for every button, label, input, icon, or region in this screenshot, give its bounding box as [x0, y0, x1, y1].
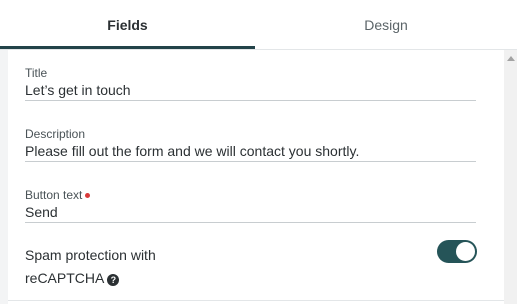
tab-bar: Fields Design [0, 0, 517, 50]
spam-protection-label: Spam protection with reCAPTCHA? [25, 244, 325, 290]
title-label: Title [25, 66, 48, 80]
question-circle-icon[interactable]: ? [107, 274, 120, 286]
panel-left-edge [0, 50, 8, 304]
tab-design[interactable]: Design [255, 0, 517, 50]
button-text-field[interactable]: Button text Send [25, 188, 476, 223]
recaptcha-label: reCAPTCHA [25, 270, 105, 286]
active-tab-indicator [0, 46, 255, 49]
description-input[interactable]: Please fill out the form and we will con… [25, 142, 476, 161]
button-text-input[interactable]: Send [25, 203, 476, 222]
spam-protection-line1: Spam protection with [25, 247, 156, 263]
scroll-up-icon[interactable] [507, 56, 515, 61]
button-text-label: Button text [25, 188, 476, 203]
tab-fields[interactable]: Fields [0, 0, 255, 50]
scrollbar[interactable] [504, 50, 517, 304]
title-field[interactable]: Title Let’s get in touch [25, 66, 476, 101]
description-field[interactable]: Description Please fill out the form and… [25, 127, 476, 162]
toggle-knob [456, 242, 475, 261]
required-indicator [85, 193, 91, 198]
spam-protection-toggle[interactable] [437, 240, 477, 263]
spam-protection-line2: reCAPTCHA? [25, 267, 325, 290]
button-text-label-text: Button text [25, 188, 83, 202]
description-label: Description [25, 127, 86, 141]
section-divider [8, 300, 504, 301]
title-input[interactable]: Let’s get in touch [25, 81, 476, 100]
